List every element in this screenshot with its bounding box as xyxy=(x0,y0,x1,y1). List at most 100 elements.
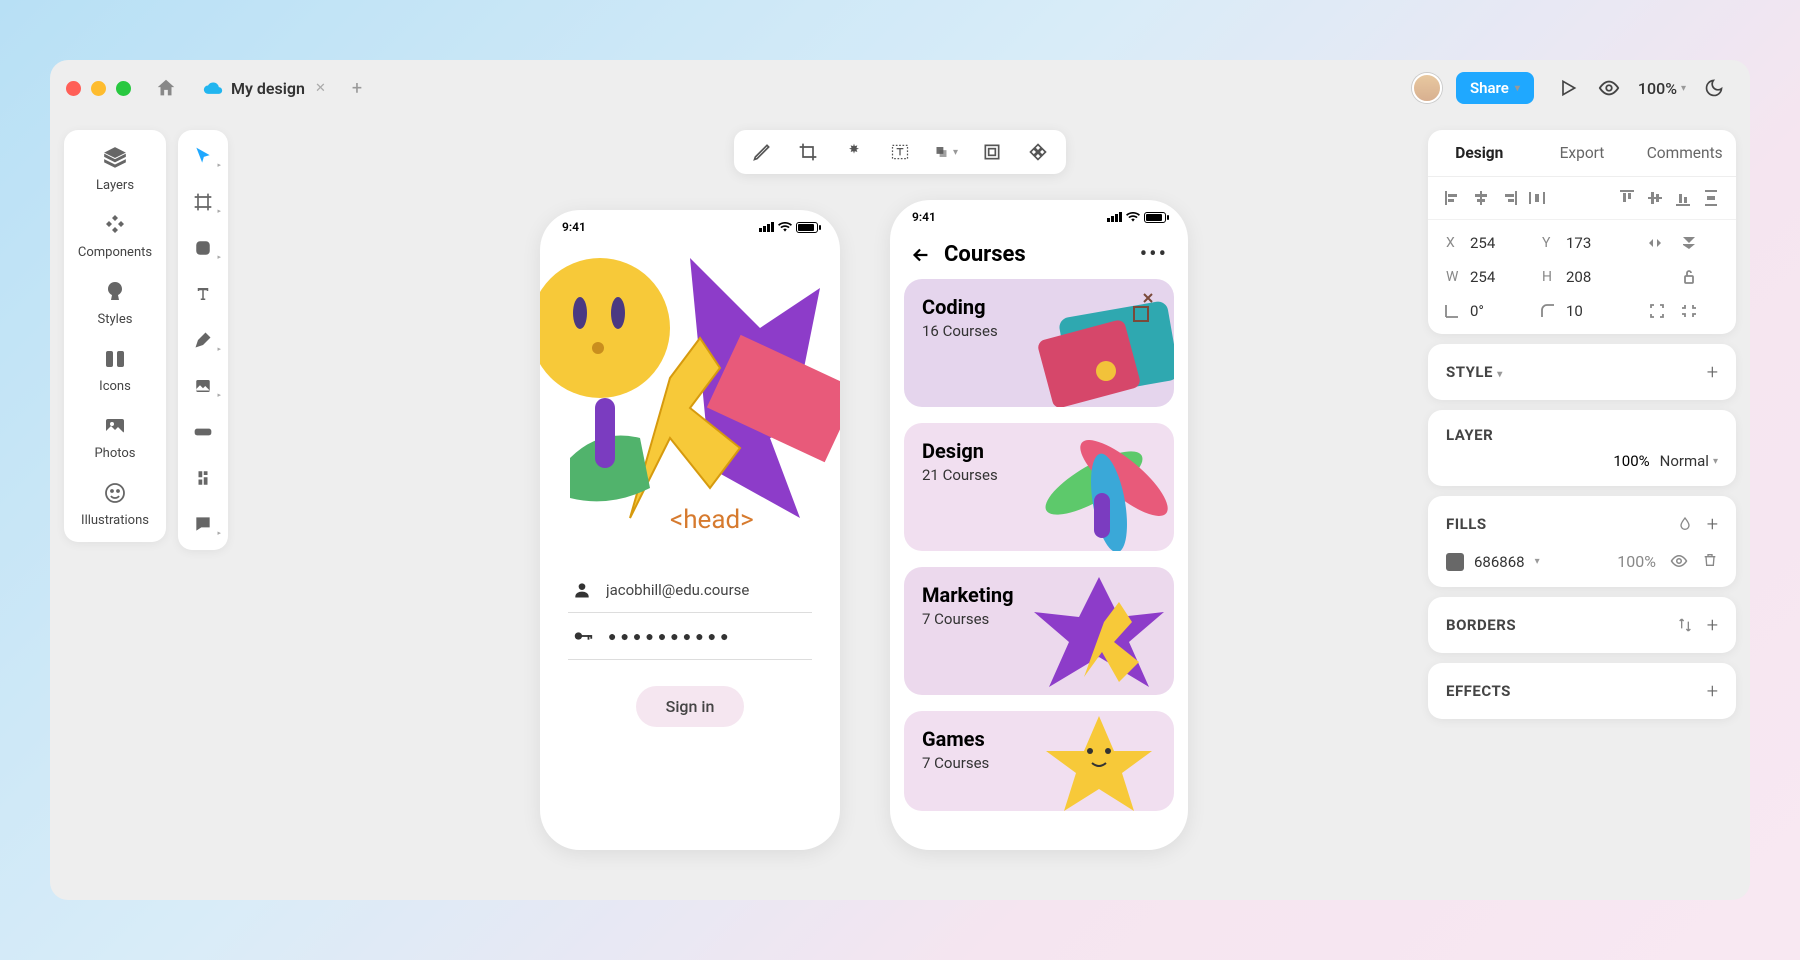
borders-panel: BORDERS + xyxy=(1428,597,1736,653)
layer-panel: LAYER 100% Normal ▾ xyxy=(1428,410,1736,486)
align-top-icon[interactable] xyxy=(1618,189,1636,207)
canvas[interactable]: 9:41 <head> xyxy=(250,190,1420,880)
back-arrow-icon[interactable] xyxy=(910,244,932,266)
user-avatar[interactable] xyxy=(1412,73,1442,103)
angle-value[interactable]: 0° xyxy=(1470,302,1530,320)
distribute-v-icon[interactable] xyxy=(1702,189,1720,207)
wifi-icon xyxy=(1126,212,1140,222)
align-vcenter-icon[interactable] xyxy=(1646,189,1664,207)
phone-status-bar: 9:41 xyxy=(540,210,840,238)
visibility-toggle[interactable] xyxy=(1598,77,1620,99)
artboard-courses[interactable]: 9:41 Courses ••• Coding 16 Courses xyxy=(890,200,1188,850)
chevron-down-icon[interactable]: ▾ xyxy=(1535,556,1540,567)
course-card-coding[interactable]: Coding 16 Courses xyxy=(904,279,1174,407)
fill-swatch[interactable] xyxy=(1446,553,1464,571)
button-tool[interactable] xyxy=(187,416,219,448)
artboard-signin[interactable]: 9:41 <head> xyxy=(540,210,840,850)
minimize-window-button[interactable] xyxy=(91,81,106,96)
home-button[interactable] xyxy=(155,77,177,99)
flip-h-icon[interactable] xyxy=(1646,234,1664,252)
share-button[interactable]: Share ▾ xyxy=(1456,72,1534,104)
email-input[interactable] xyxy=(606,581,808,599)
courses-title: Courses xyxy=(944,242,1026,267)
fills-panel: FILLS + 686868 ▾ 100% xyxy=(1428,496,1736,587)
align-bottom-icon[interactable] xyxy=(1674,189,1692,207)
tab-comments[interactable]: Comments xyxy=(1633,130,1736,176)
add-effect-button[interactable]: + xyxy=(1707,679,1718,703)
nav-illustrations[interactable]: Illustrations xyxy=(81,479,149,528)
align-right-icon[interactable] xyxy=(1500,189,1518,207)
tool-rail: ▸ ▸ ▸ ▸ ▸ ▸ xyxy=(178,130,228,550)
x-label: X xyxy=(1446,235,1458,251)
nav-components[interactable]: Components xyxy=(78,211,152,260)
play-preview-button[interactable] xyxy=(1558,78,1578,98)
select-tool[interactable]: ▸ xyxy=(187,140,219,172)
resize-icon[interactable] xyxy=(1648,302,1666,320)
tab-title: My design xyxy=(231,79,305,98)
layer-opacity[interactable]: 100% xyxy=(1613,452,1649,470)
tab-design[interactable]: Design xyxy=(1428,130,1531,176)
radius-value[interactable]: 10 xyxy=(1566,302,1626,320)
signin-button[interactable]: Sign in xyxy=(636,686,745,727)
nav-styles[interactable]: Styles xyxy=(98,278,133,327)
droplet-icon[interactable] xyxy=(1677,516,1693,532)
close-tab-icon[interactable]: ✕ xyxy=(315,81,326,96)
chevron-down-icon: ▾ xyxy=(953,147,958,158)
chevron-down-icon: ▾ xyxy=(1515,83,1520,94)
fill-icon[interactable]: ▾ xyxy=(934,140,958,164)
shape-tool[interactable]: ▸ xyxy=(187,232,219,264)
window-controls xyxy=(66,81,131,96)
swap-icon[interactable] xyxy=(1677,617,1693,633)
nav-photos[interactable]: Photos xyxy=(94,412,135,461)
tab-export[interactable]: Export xyxy=(1531,130,1634,176)
w-value[interactable]: 254 xyxy=(1470,268,1530,286)
zoom-level[interactable]: 100% ▾ xyxy=(1638,79,1686,98)
password-dots[interactable]: ●●●●●●●●●● xyxy=(608,628,733,645)
new-tab-button[interactable]: + xyxy=(352,78,362,99)
lock-aspect-icon[interactable] xyxy=(1680,268,1698,286)
text-edit-icon[interactable] xyxy=(888,140,912,164)
more-menu-icon[interactable]: ••• xyxy=(1140,242,1168,267)
y-value[interactable]: 173 xyxy=(1566,234,1626,252)
add-style-button[interactable]: + xyxy=(1707,360,1718,384)
adjust-icon[interactable] xyxy=(842,140,866,164)
add-border-button[interactable]: + xyxy=(1707,613,1718,637)
crop-icon[interactable] xyxy=(796,140,820,164)
text-tool[interactable] xyxy=(187,278,219,310)
align-left-icon[interactable] xyxy=(1444,189,1462,207)
nav-icons[interactable]: Icons xyxy=(99,345,131,394)
pen-tool[interactable]: ▸ xyxy=(187,324,219,356)
close-window-button[interactable] xyxy=(66,81,81,96)
maximize-window-button[interactable] xyxy=(116,81,131,96)
tidy-icon[interactable] xyxy=(1026,140,1050,164)
align-hcenter-icon[interactable] xyxy=(1472,189,1490,207)
cloud-icon xyxy=(203,78,223,98)
x-value[interactable]: 254 xyxy=(1470,234,1530,252)
fill-hex[interactable]: 686868 xyxy=(1474,553,1525,571)
style-panel: STYLE ▾ + xyxy=(1428,344,1736,400)
group-icon[interactable] xyxy=(980,140,1004,164)
course-card-games[interactable]: Games 7 Courses xyxy=(904,711,1174,811)
image-tool[interactable]: ▸ xyxy=(187,370,219,402)
course-card-marketing[interactable]: Marketing 7 Courses xyxy=(904,567,1174,695)
password-field-row: ●●●●●●●●●● xyxy=(568,613,812,660)
eye-icon[interactable] xyxy=(1670,552,1688,570)
document-tab[interactable]: My design ✕ xyxy=(191,70,338,106)
course-card-design[interactable]: Design 21 Courses xyxy=(904,423,1174,551)
clip-icon[interactable] xyxy=(1680,302,1698,320)
trash-icon[interactable] xyxy=(1702,552,1718,568)
edit-icon[interactable] xyxy=(750,140,774,164)
component-tool[interactable] xyxy=(187,462,219,494)
fill-opacity[interactable]: 100% xyxy=(1617,552,1656,571)
comment-tool[interactable]: ▸ xyxy=(187,508,219,540)
flip-v-icon[interactable] xyxy=(1680,234,1698,252)
blend-mode[interactable]: Normal ▾ xyxy=(1660,452,1718,470)
design-illustration xyxy=(1024,423,1174,551)
frame-tool[interactable]: ▸ xyxy=(187,186,219,218)
distribute-h-icon[interactable] xyxy=(1528,189,1546,207)
dark-mode-toggle[interactable] xyxy=(1704,78,1724,98)
h-label: H xyxy=(1542,269,1554,285)
nav-layers[interactable]: Layers xyxy=(96,144,134,193)
h-value[interactable]: 208 xyxy=(1566,268,1626,286)
add-fill-button[interactable]: + xyxy=(1707,512,1718,536)
